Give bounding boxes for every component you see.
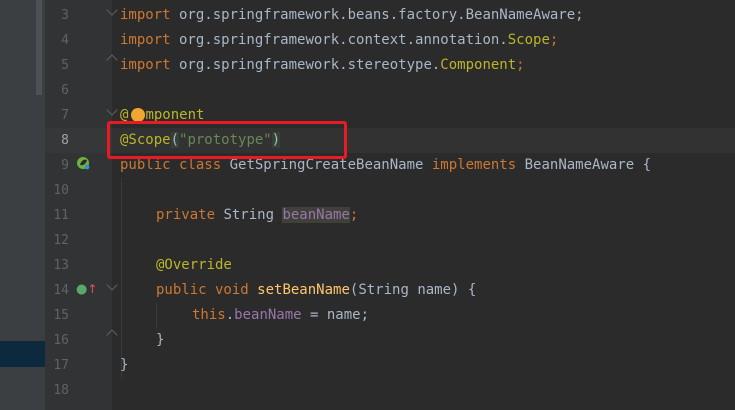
indent-guide xyxy=(156,303,157,328)
keyword: class xyxy=(170,157,222,173)
line-number: 8 xyxy=(61,133,69,148)
import-path: org.springframework.beans.factory.BeanNa… xyxy=(170,7,584,23)
keyword: this xyxy=(192,307,226,323)
line-number: 7 xyxy=(61,108,69,123)
brace: { xyxy=(634,157,652,173)
interface-name: BeanNameAware xyxy=(516,157,635,173)
semicolon: ; xyxy=(516,57,525,73)
line-number: 16 xyxy=(53,333,69,348)
dot: . xyxy=(225,307,235,323)
keyword: import xyxy=(120,57,171,73)
line-number: 15 xyxy=(53,308,69,323)
code-line-17[interactable]: } xyxy=(120,353,735,378)
fold-marker-icon[interactable] xyxy=(106,279,118,292)
intention-bulb-icon[interactable] xyxy=(131,108,145,122)
fold-end-marker-icon[interactable] xyxy=(106,54,118,67)
assignment: = name; xyxy=(301,307,370,323)
fold-marker-icon[interactable] xyxy=(106,104,118,117)
spring-bean-icon[interactable] xyxy=(76,156,90,170)
project-panel-scrollbar[interactable] xyxy=(36,0,42,95)
line-number: 3 xyxy=(61,8,69,23)
semicolon: ; xyxy=(349,207,359,223)
field-name: beanName xyxy=(282,207,350,223)
type-name: String xyxy=(215,207,283,223)
line-number: 17 xyxy=(53,358,69,373)
highlight-annotation-box xyxy=(107,121,347,159)
line-number: 10 xyxy=(53,183,69,198)
indent-guide xyxy=(121,178,122,378)
fold-marker-icon[interactable] xyxy=(106,4,118,17)
project-panel-edge xyxy=(0,0,45,410)
code-line-15[interactable]: this.beanName = name; xyxy=(192,303,735,328)
up-arrow-icon: ↑ xyxy=(87,282,98,296)
import-path: org.springframework.context.annotation. xyxy=(170,32,508,48)
code-line-14[interactable]: public void setBeanName(String name) { xyxy=(156,278,735,303)
brace: } xyxy=(156,332,165,348)
line-number: 18 xyxy=(53,383,69,398)
keyword: public xyxy=(156,282,207,298)
keyword: implements xyxy=(423,157,517,173)
implements-circle-icon: ● xyxy=(76,282,88,297)
implements-method-icon[interactable]: ●↑ xyxy=(76,282,98,297)
keyword: import xyxy=(120,32,171,48)
line-number: 6 xyxy=(61,83,69,98)
code-line-3[interactable]: import org.springframework.beans.factory… xyxy=(120,3,735,28)
code-line-4[interactable]: import org.springframework.context.annot… xyxy=(120,28,735,53)
fold-end-marker-icon[interactable] xyxy=(106,329,118,342)
line-number: 11 xyxy=(53,208,69,223)
code-line-5[interactable]: import org.springframework.stereotype.Co… xyxy=(120,53,735,78)
keyword: import xyxy=(120,7,171,23)
brace: } xyxy=(120,357,129,373)
annotation-class: Scope xyxy=(507,32,550,48)
line-number: 12 xyxy=(53,233,69,248)
line-number: 5 xyxy=(61,58,69,73)
line-number: 14 xyxy=(53,283,69,298)
method-name: setBeanName xyxy=(248,282,350,298)
line-number: 9 xyxy=(61,158,69,173)
semicolon: ; xyxy=(549,32,559,48)
parameters: (String name) { xyxy=(349,282,477,298)
keyword: public xyxy=(120,157,171,173)
line-number: 13 xyxy=(53,258,69,273)
annotation-class: Component xyxy=(440,57,517,73)
code-line-13[interactable]: @Override xyxy=(156,253,735,278)
keyword: void xyxy=(206,282,249,298)
import-path: org.springframework.stereotype. xyxy=(170,57,441,73)
line-number: 4 xyxy=(61,33,69,48)
project-selected-item[interactable] xyxy=(0,341,45,367)
keyword: private xyxy=(156,207,216,223)
code-line-16[interactable]: } xyxy=(156,328,735,353)
field-name: beanName xyxy=(234,307,302,323)
code-line-11[interactable]: private String beanName; xyxy=(156,203,735,228)
annotation: @Override xyxy=(156,257,232,273)
class-name: GetSpringCreateBeanName xyxy=(221,157,424,173)
